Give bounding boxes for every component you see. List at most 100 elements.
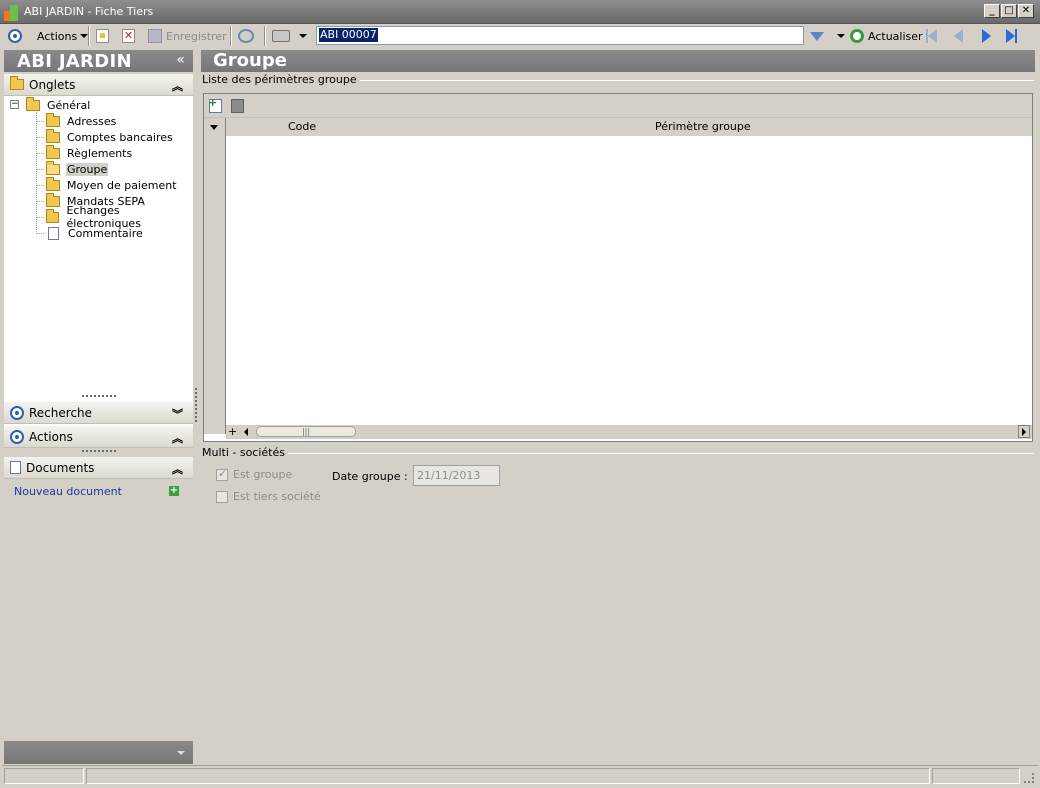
window-title: ABI JARDIN - Fiche Tiers [24,5,154,18]
onglets-label: Onglets [29,77,76,92]
maximize-button[interactable]: □ [1001,4,1017,18]
status-cell [4,768,84,784]
panel-splitter[interactable] [195,388,198,422]
actions-dropdown[interactable]: Actions [33,27,89,45]
tree-collapse-toggle[interactable]: − [10,100,19,109]
tree-item-commentaire[interactable]: Commentaire [48,225,144,241]
record-input[interactable] [317,27,803,44]
actions-section-label: Actions [29,429,73,444]
scroll-right-icon [1022,428,1026,436]
scroll-left-icon[interactable] [244,428,248,436]
scroll-right-button[interactable] [1018,425,1030,438]
tree-item-comptes-bancaires[interactable]: Comptes bancaires [46,128,174,145]
folder-icon [46,144,60,159]
print-dropdown[interactable] [296,27,307,45]
filter-dropdown[interactable] [834,27,845,45]
save-label: Enregistrer [166,29,227,43]
section-recherche[interactable]: Recherche ︾ [4,402,193,424]
add-row-button[interactable] [208,96,222,113]
panel-resize-grip[interactable] [82,395,116,398]
section-actions[interactable]: Actions ︽ [4,426,193,448]
list-group-legend: Liste des périmètres groupe [202,73,360,86]
new-document-link[interactable]: Nouveau document [14,485,122,498]
record-selected-text: ABI 00007 [319,28,378,42]
documents-label: Documents [26,460,95,475]
folder-icon [46,128,60,143]
delete-record-button[interactable]: ✕ [122,27,135,45]
section-onglets[interactable]: Onglets ︽ [4,74,193,96]
chevron-down-icon[interactable] [210,125,218,130]
horizontal-scrollbar[interactable]: + ||| [226,425,1032,439]
brand-title: ABI JARDIN [17,51,132,72]
minimize-button[interactable]: _ [984,4,1000,18]
close-button[interactable]: ✕ [1018,4,1034,18]
documents-icon [10,461,21,474]
column-header-code[interactable]: Code [288,120,316,133]
section-documents[interactable]: Documents ︽ [4,457,193,479]
tree-view: − Général Adresses Comptes bancaires Règ… [4,96,193,442]
print-button[interactable] [272,27,290,45]
actions-circle-icon [10,429,24,444]
first-record-button[interactable] [926,27,937,45]
clipboard-button[interactable] [231,99,244,113]
tree-root-label: Général [47,98,91,112]
grid-header: Code Périmètre groupe [204,118,1032,136]
new-document-icon [96,29,109,43]
delete-icon: ✕ [122,29,135,43]
last-record-button[interactable] [1006,27,1017,45]
tree-item-echanges-electroniques[interactable]: Echanges électroniques [46,204,193,230]
left-panel-footer[interactable] [4,741,193,764]
collapse-panel-button[interactable]: « [176,52,185,68]
date-groupe-label: Date groupe : [332,470,408,483]
est-tiers-label: Est tiers société [233,490,321,503]
record-search-field[interactable] [316,26,804,45]
folder-open-icon [26,96,40,111]
list-group-line [338,80,1034,81]
next-record-button[interactable] [982,27,991,45]
folder-icon [46,112,60,127]
status-cell [86,768,930,784]
scroll-thumb[interactable]: ||| [256,426,356,437]
expand-plus-icon[interactable]: + [228,425,237,438]
tree-root[interactable]: Général [26,96,91,113]
first-icon [928,29,937,43]
date-groupe-field[interactable]: 21/11/2013 [413,465,500,486]
save-button[interactable]: Enregistrer [148,27,227,45]
checkbox-checked[interactable] [216,467,228,481]
tree-item-moyen-de-paiement[interactable]: Moyen de paiement [46,176,178,193]
tree-item-label: Moyen de paiement [67,178,177,192]
new-record-button[interactable] [96,27,109,45]
document-icon [48,226,59,240]
status-cell [932,768,1020,784]
tree-item-label: Règlements [67,146,133,160]
tree-item-reglements[interactable]: Règlements [46,144,133,161]
filter-icon [810,31,824,41]
filter-button[interactable] [810,27,824,45]
previous-record-button[interactable] [954,27,963,45]
left-panel: ABI JARDIN « Onglets ︽ − Général Adresse… [4,50,193,764]
est-tiers-checkbox[interactable]: Est tiers société [216,490,321,503]
sync-button[interactable] [238,27,254,45]
folder-icon [46,192,60,207]
tree-item-adresses[interactable]: Adresses [46,112,117,129]
brand-header: ABI JARDIN « [4,50,193,72]
panel-resize-grip[interactable] [82,450,116,453]
refresh-button[interactable]: Actualiser [850,27,923,45]
column-header-perimetre[interactable]: Périmètre groupe [655,120,751,133]
actions-menu-button[interactable] [8,27,22,45]
printer-icon [272,30,290,42]
toolbar-separator [88,26,90,46]
resize-grip-icon[interactable] [1024,773,1034,783]
est-groupe-checkbox[interactable]: Est groupe [216,467,292,481]
folder-icon [46,208,60,223]
checkbox-unchecked[interactable] [216,490,228,503]
toolbar-separator [264,26,266,46]
title-bar: ABI JARDIN - Fiche Tiers _ □ ✕ [0,0,1040,24]
tree-item-label: Commentaire [68,226,143,240]
sync-icon [238,29,254,43]
add-document-icon[interactable]: + [169,486,179,496]
tree-item-groupe[interactable]: Groupe [46,160,109,177]
recherche-label: Recherche [29,405,93,420]
multi-group-legend: Multi - sociétés [202,446,288,459]
tree-item-label: Groupe [66,162,109,176]
